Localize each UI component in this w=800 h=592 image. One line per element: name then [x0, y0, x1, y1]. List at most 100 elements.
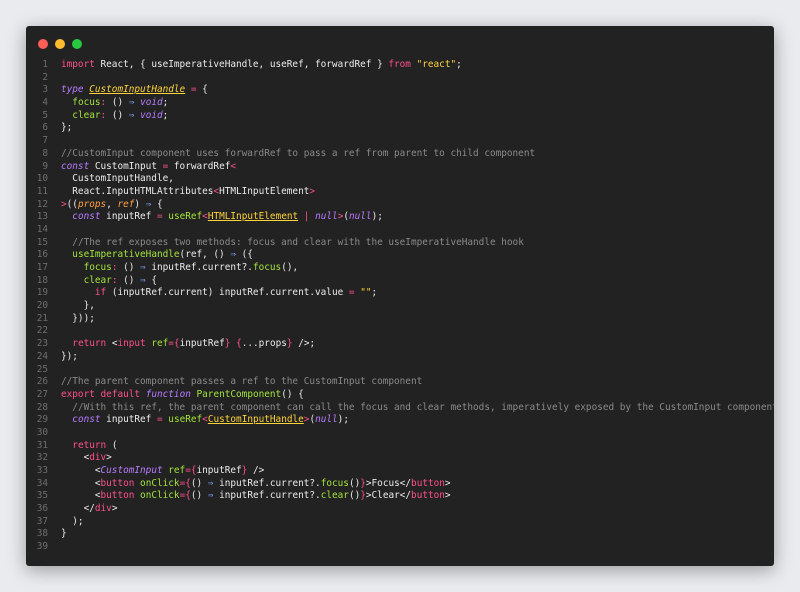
code-line: 8 //CustomInput component uses forwardRef… [26, 148, 774, 161]
code-token: > [111, 503, 118, 515]
code-text: clear: () ⇒ void; [48, 110, 168, 123]
code-token: //The parent component passes a ref to t… [61, 376, 423, 388]
code-token: < [61, 477, 101, 489]
code-token: < [61, 452, 90, 464]
code-token: inputRef.current?. [213, 490, 321, 502]
code-text: CustomInputHandle, [48, 173, 174, 186]
code-token: from [388, 59, 411, 70]
line-number: 37 [36, 515, 48, 527]
code-token: ={ [168, 338, 180, 350]
code-line: 31 return ( [26, 440, 774, 453]
code-token: button [100, 490, 135, 502]
code-line: 37 ); [26, 516, 774, 529]
code-token: (ref, () [179, 249, 231, 261]
line-number: 1 [42, 59, 48, 70]
code-token: return [72, 338, 107, 350]
code-line: 38} [26, 528, 774, 541]
line-number: 4 [42, 97, 48, 109]
line-number: 25 [36, 363, 48, 375]
code-text: //CustomInput component uses forwardRef … [48, 148, 535, 161]
code-token: ); [337, 414, 349, 426]
code-token: ={ [179, 490, 191, 502]
code-token: () [348, 490, 361, 502]
code-token: onClick [140, 477, 180, 489]
line-number: 5 [42, 109, 48, 121]
line-number: 29 [36, 414, 48, 426]
code-text: if (inputRef.current) inputRef.current.v… [48, 287, 377, 300]
code-token: (inputRef.current) inputRef.current.valu… [106, 287, 349, 299]
code-token: > [444, 477, 451, 489]
code-token: ; [162, 109, 169, 121]
code-token: //With this ref, the parent component ca… [72, 401, 774, 413]
code-text: clear: () ⇒ { [48, 275, 157, 288]
code-text: focus: () ⇒ inputRef.current?.focus(), [48, 262, 299, 275]
code-text: </div> [48, 503, 118, 516]
code-token: export [61, 388, 95, 400]
code-token: div [94, 503, 112, 515]
code-token: import [61, 59, 95, 70]
code-token: CustomInput [100, 465, 163, 476]
code-token: ); [371, 211, 383, 223]
line-number: 9 [42, 160, 48, 172]
code-token: () [190, 490, 208, 502]
code-line: 1 import React, { useImperativeHandle, us… [26, 59, 774, 72]
code-text: useImperativeHandle(ref, () ⇒ ({ [48, 249, 253, 262]
code-token: focus [320, 477, 349, 489]
code-token: }; [61, 122, 73, 134]
code-token: function [145, 388, 191, 400]
line-number: 24 [36, 350, 48, 362]
code-text: import React, { useImperativeHandle, use… [48, 59, 462, 72]
code-line: 39 [26, 541, 774, 554]
code-line: 18 clear: () ⇒ { [26, 275, 774, 288]
code-token: < [61, 465, 101, 476]
code-line: 12 >((props, ref) ⇒ { [26, 199, 774, 212]
code-line: 22 [26, 325, 774, 338]
code-token: CustomInput [89, 160, 163, 172]
code-line: 29 const inputRef = useRef<CustomInputHa… [26, 414, 774, 427]
code-token: const [72, 211, 101, 223]
code-token: }, [61, 300, 95, 312]
code-token: CustomInputHandle [207, 414, 304, 426]
line-number: 10 [36, 173, 48, 185]
code-text: export default function ParentComponent(… [48, 389, 304, 402]
code-text: >((props, ref) ⇒ { [48, 199, 163, 212]
code-token: const [72, 414, 101, 426]
code-text: <button onClick={() ⇒ inputRef.current?.… [48, 478, 451, 491]
line-number: 38 [36, 528, 48, 540]
code-text: <button onClick={() ⇒ inputRef.current?.… [48, 490, 451, 503]
code-line: 15 //The ref exposes two methods: focus … [26, 237, 774, 250]
code-token: //The ref exposes two methods: focus and… [72, 236, 524, 248]
code-token: ={ [179, 477, 191, 489]
code-token: if [94, 287, 107, 299]
line-number: 20 [36, 300, 48, 312]
code-token: focus [83, 262, 112, 273]
code-token: return [72, 439, 107, 451]
code-token: React.InputHTMLAttributes [61, 185, 214, 197]
code-line: 6}; [26, 122, 774, 135]
code-text: const inputRef = useRef<CustomInputHandl… [48, 414, 349, 427]
code-text: type CustomInputHandle = { [48, 84, 208, 97]
line-number: 3 [42, 84, 48, 96]
code-token: input [117, 338, 146, 350]
code-token: clear [83, 274, 112, 286]
close-dot-icon[interactable] [38, 39, 48, 49]
line-number: 17 [36, 262, 48, 273]
minimize-dot-icon[interactable] [55, 39, 65, 49]
code-token: >Clear</ [365, 490, 412, 502]
line-number: 23 [36, 338, 48, 350]
line-number: 6 [42, 122, 48, 134]
code-token: > [106, 452, 112, 464]
code-token: } [61, 528, 67, 540]
code-text: return <input ref={inputRef} {...props} … [48, 338, 315, 351]
maximize-dot-icon[interactable] [72, 39, 82, 49]
code-token: useRef [168, 211, 203, 223]
code-token: ; [456, 59, 462, 70]
